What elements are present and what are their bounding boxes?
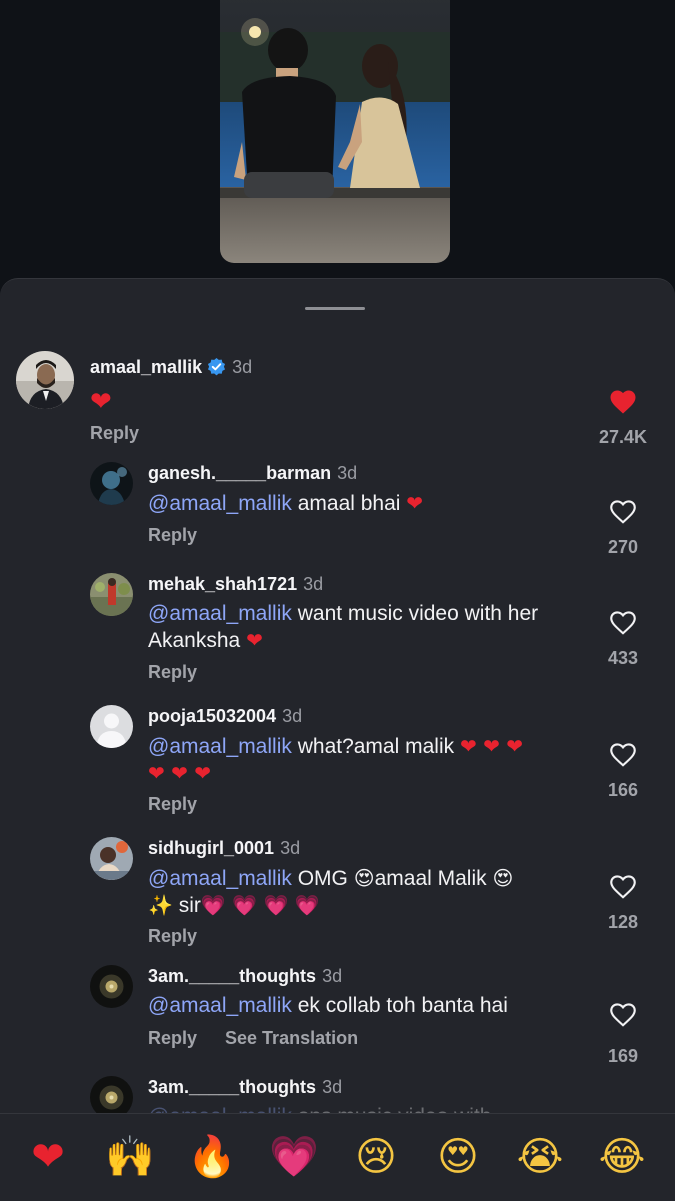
comment-body: ek collab toh banta hai — [291, 994, 508, 1017]
comment-age: 3d — [282, 706, 303, 726]
comment-body: what?amal malik — [297, 735, 455, 758]
comment-text: ❤ — [90, 389, 112, 417]
comment-text: @amaal_mallik ek collab toh banta hai — [148, 993, 588, 1019]
comment-age: 3d — [303, 574, 324, 594]
mention-link[interactable]: @amaal_mallik — [148, 492, 292, 515]
comment-username[interactable]: sidhugirl_0001 3d — [148, 838, 300, 859]
mention-link[interactable]: @amaal_mallik — [148, 867, 292, 890]
comment-username[interactable]: amaal_mallik 3d — [90, 357, 252, 381]
avatar[interactable] — [90, 462, 133, 505]
reaction-pink-heart-button[interactable]: 💗 — [269, 1132, 319, 1182]
reaction-heart-eyes-button[interactable]: 😍 — [433, 1132, 483, 1182]
username-text[interactable]: sidhugirl_0001 — [148, 838, 274, 858]
comment-age: 3d — [280, 838, 301, 858]
reaction-fire-button[interactable]: 🔥 — [187, 1132, 237, 1182]
mention-link[interactable]: @amaal_mallik — [148, 994, 292, 1017]
comment-text: @amaal_mallik OMG 😍amaal Malik 😍 ✨ sir💗 💗… — [148, 865, 588, 919]
username-text[interactable]: pooja15032004 — [148, 706, 276, 726]
comment-text: @amaal_mallik amaal bhai ❤ — [148, 490, 423, 517]
comment-age: 3d — [322, 966, 343, 986]
mention-link[interactable]: @amaal_mallik — [148, 735, 292, 758]
reply-button[interactable]: Reply — [148, 1028, 197, 1048]
like-button[interactable]: 27.4K — [593, 387, 653, 448]
mention-link[interactable]: @amaal_mallik — [148, 602, 292, 625]
red-heart-emoji: ❤ — [246, 628, 263, 652]
like-button[interactable]: 169 — [593, 1000, 653, 1067]
like-button[interactable]: 128 — [593, 872, 653, 933]
sheet-drag-handle[interactable] — [305, 307, 365, 310]
comment-body: amaal bhai — [297, 492, 401, 515]
heart-outline-icon — [610, 611, 636, 635]
comment-text: @amaal_mallik want music video with her A… — [148, 601, 588, 654]
reaction-tears-of-joy-button[interactable]: 😂 — [597, 1132, 647, 1182]
username-text[interactable]: 3am._____thoughts — [148, 966, 316, 986]
avatar[interactable] — [90, 837, 133, 880]
comment-age: 3d — [232, 357, 253, 377]
comment-body: OMG — [297, 867, 348, 890]
pink-heart-emoji-row: 💗 💗 💗 💗 — [200, 893, 320, 917]
verified-badge-icon — [207, 357, 226, 381]
like-button[interactable]: 166 — [593, 740, 653, 801]
avatar[interactable] — [90, 573, 133, 616]
red-heart-emoji-row: ❤ ❤ ❤ — [148, 761, 211, 785]
red-heart-emoji: ❤ — [406, 491, 424, 515]
heart-filled-icon — [610, 390, 636, 414]
heart-outline-icon — [610, 1003, 636, 1027]
comments-sheet: amaal_mallik 3d ❤ Reply 27.4K ganesh.____… — [0, 278, 675, 1201]
comment-age: 3d — [322, 1077, 343, 1097]
username-text[interactable]: 3am._____thoughts — [148, 1077, 316, 1097]
comment-text: @amaal_mallik what?amal malik ❤ ❤ ❤ ❤ ❤ ❤ — [148, 733, 588, 787]
like-count: 270 — [607, 537, 639, 557]
avatar[interactable] — [16, 351, 74, 409]
see-translation-button[interactable]: See Translation — [225, 1028, 358, 1048]
sparkles-emoji: ✨ — [148, 893, 173, 917]
heart-outline-icon — [610, 875, 636, 899]
reaction-sobbing-face-button[interactable]: 😭 — [515, 1132, 565, 1182]
username-text[interactable]: ganesh._____barman — [148, 463, 331, 483]
reaction-raising-hands-button[interactable]: 🙌 — [105, 1132, 155, 1182]
heart-eyes-emoji: 😍 — [492, 866, 514, 890]
like-count: 128 — [607, 912, 639, 932]
comment-body: want music video with her — [297, 602, 539, 625]
reply-button[interactable]: Reply — [90, 423, 139, 444]
post-image[interactable] — [220, 0, 450, 263]
heart-eyes-emoji: 😍 — [353, 866, 375, 890]
like-count: 433 — [607, 648, 639, 668]
like-count: 169 — [607, 1046, 639, 1066]
heart-outline-icon — [610, 500, 636, 524]
comment-body-b: amaal Malik — [374, 867, 487, 890]
reply-button[interactable]: Reply — [148, 926, 197, 947]
comment-username[interactable]: 3am._____thoughts 3d — [148, 966, 342, 987]
comment-username[interactable]: mehak_shah1721 3d — [148, 574, 323, 595]
username-text[interactable]: mehak_shah1721 — [148, 574, 297, 594]
red-heart-emoji: ❤ — [90, 387, 112, 417]
like-count: 166 — [607, 780, 639, 800]
avatar[interactable] — [90, 965, 133, 1008]
username-text[interactable]: amaal_mallik — [90, 357, 202, 377]
like-button[interactable]: 433 — [593, 608, 653, 669]
reaction-crying-face-button[interactable]: 😢 — [351, 1132, 401, 1182]
reply-button[interactable]: Reply — [148, 794, 197, 815]
reply-button[interactable]: Reply — [148, 525, 197, 546]
quick-reaction-bar: ❤ 🙌 🔥 💗 😢 😍 😭 😂 — [0, 1113, 675, 1201]
reply-button[interactable]: Reply — [148, 662, 197, 683]
reply-actions: Reply See Translation — [148, 1028, 358, 1049]
comment-username[interactable]: 3am._____thoughts 3d — [148, 1077, 342, 1098]
heart-outline-icon — [610, 743, 636, 767]
comment-username[interactable]: ganesh._____barman 3d — [148, 463, 357, 484]
comment-age: 3d — [337, 463, 358, 483]
post-preview-area — [0, 0, 675, 290]
red-heart-emoji: ❤ ❤ ❤ — [459, 734, 523, 758]
comment-username[interactable]: pooja15032004 3d — [148, 706, 302, 727]
like-count: 27.4K — [598, 427, 648, 447]
comment-body-line2: sir — [178, 894, 201, 917]
comment-body-line2: Akanksha — [148, 629, 241, 652]
default-avatar[interactable] — [90, 705, 133, 748]
reaction-heart-button[interactable]: ❤ — [23, 1132, 73, 1182]
like-button[interactable]: 270 — [593, 497, 653, 558]
